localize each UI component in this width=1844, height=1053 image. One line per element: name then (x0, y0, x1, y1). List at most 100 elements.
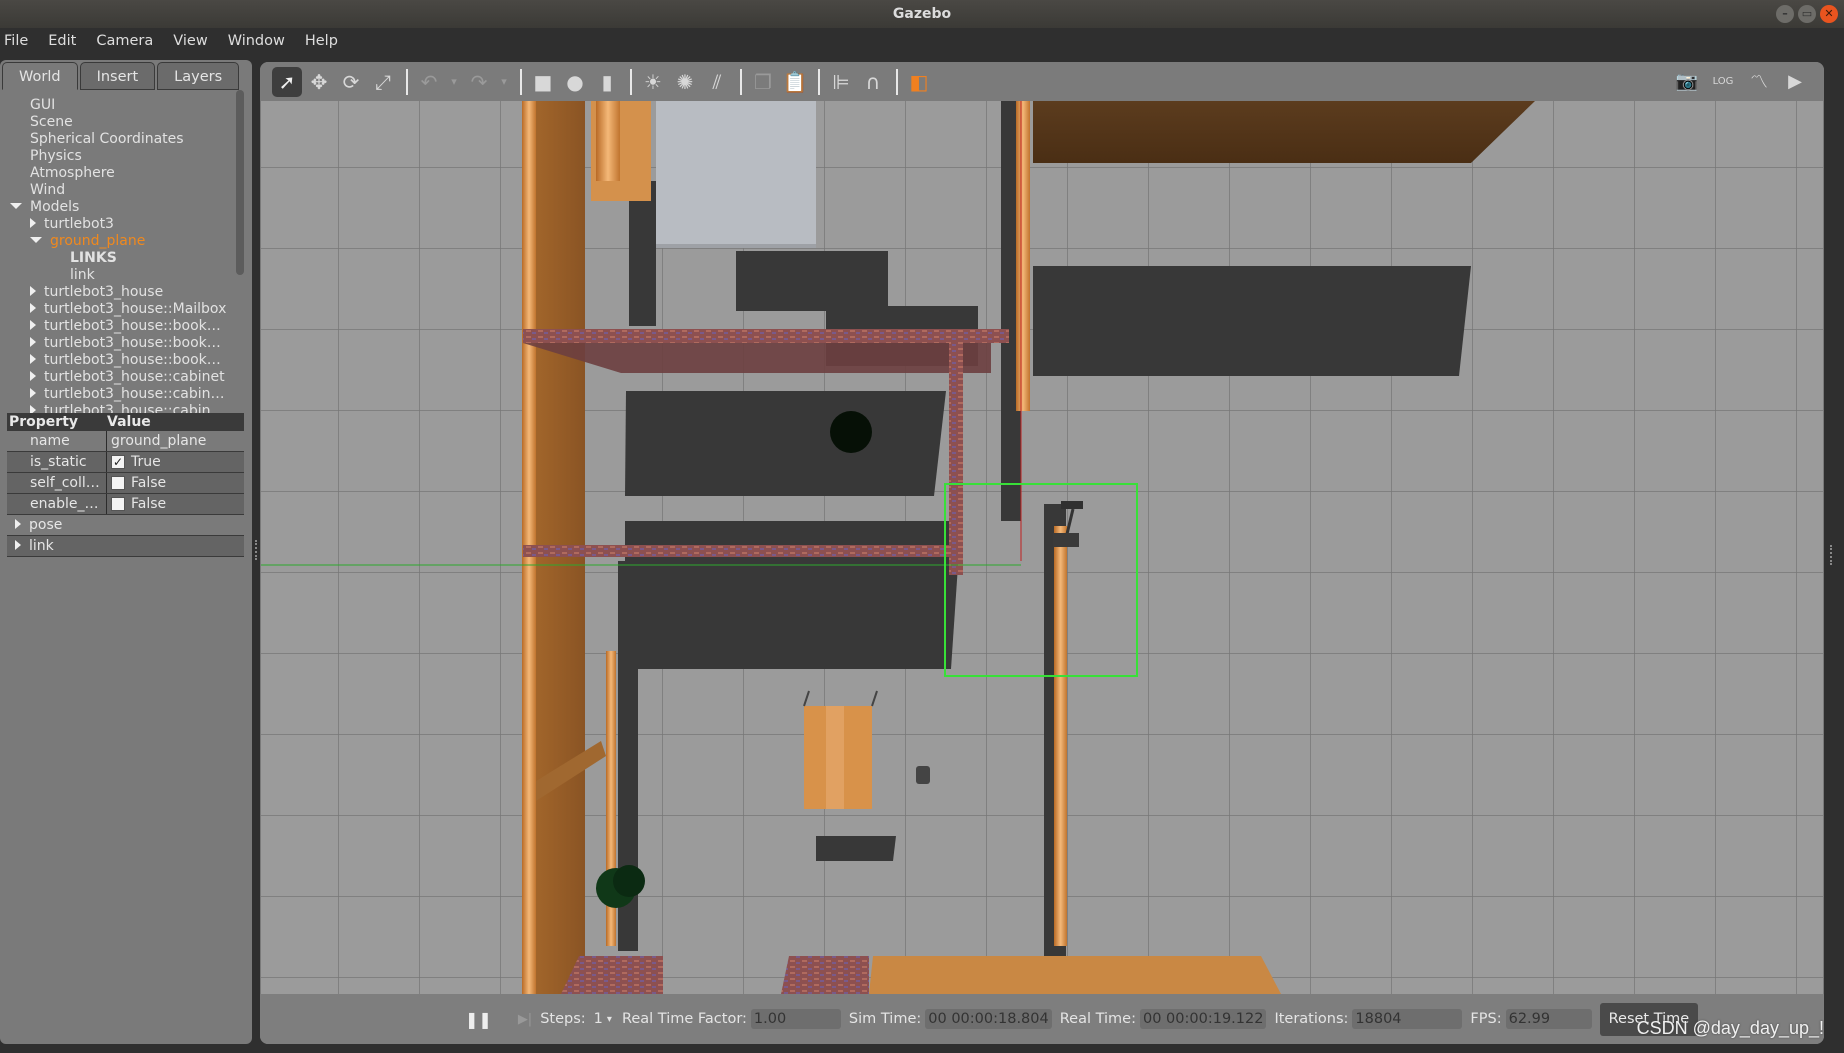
rtf-field: 1.00 (750, 1009, 841, 1029)
log-icon[interactable]: LOG (1708, 66, 1738, 96)
rtf-label: Real Time Factor: (621, 1011, 747, 1027)
collapsed-arrow-icon[interactable] (30, 354, 36, 364)
sim-time-field: 00 00:00:18.804 (925, 1009, 1052, 1029)
paste-icon[interactable]: 📋 (780, 67, 810, 97)
collapsed-arrow-icon[interactable] (30, 320, 36, 330)
right-panel-handle[interactable] (1830, 545, 1833, 565)
snap-icon[interactable]: ∩ (858, 67, 888, 97)
tree-item[interactable]: turtlebot3_house::cabin… (30, 386, 225, 403)
sphere-shape-icon[interactable]: ● (560, 67, 590, 97)
tree-scrollbar[interactable] (236, 90, 244, 275)
collapsed-arrow-icon[interactable] (30, 371, 36, 381)
step-button[interactable]: ▶| (518, 1012, 532, 1027)
directional-light-icon[interactable]: ⫽ (702, 67, 732, 97)
rotate-mode-icon[interactable]: ⟳ (336, 67, 366, 97)
menu-help[interactable]: Help (305, 33, 338, 49)
tree-item[interactable]: turtlebot3_house::Mailbox (30, 301, 226, 318)
tree-item[interactable]: turtlebot3_house::book… (30, 318, 221, 335)
iterations-label: Iterations: (1274, 1011, 1349, 1027)
fps-label: FPS: (1470, 1011, 1502, 1027)
collapsed-arrow-icon[interactable] (30, 218, 36, 228)
3d-viewport[interactable] (261, 101, 1823, 994)
collapsed-arrow-icon[interactable] (30, 303, 36, 313)
property-value: False (131, 495, 167, 512)
enable-wind-checkbox[interactable] (111, 497, 125, 511)
property-value: ground_plane (111, 432, 207, 449)
tree-item[interactable]: turtlebot3_house::cabin… (30, 403, 225, 413)
align-icon[interactable]: ⊫ (826, 67, 856, 97)
tree-item[interactable]: turtlebot3_house::book… (30, 335, 221, 352)
undo-dropdown-icon[interactable]: ▾ (446, 67, 462, 97)
menu-camera[interactable]: Camera (96, 33, 153, 49)
cylinder-shape-icon[interactable]: ▮ (592, 67, 622, 97)
tree-item[interactable]: Wind (30, 182, 65, 199)
scene-render[interactable] (261, 101, 1823, 994)
close-button[interactable]: ✕ (1820, 5, 1838, 23)
tree-item[interactable]: Physics (30, 148, 82, 165)
tab-world[interactable]: World (2, 62, 78, 90)
maximize-button[interactable]: ▭ (1798, 5, 1816, 23)
undo-icon[interactable]: ↶ (414, 67, 444, 97)
view-angle-icon[interactable]: ◧ (904, 67, 934, 97)
tree-item[interactable]: link (70, 267, 95, 284)
tree-item[interactable]: Spherical Coordinates (30, 131, 184, 148)
tree-item[interactable]: Scene (30, 114, 73, 131)
panel-splitter-handle[interactable] (255, 540, 258, 560)
collapsed-arrow-icon[interactable] (30, 286, 36, 296)
world-tree: GUI Scene Spherical Coordinates Physics Atmo… (0, 97, 240, 413)
point-light-icon[interactable]: ☀ (638, 67, 668, 97)
is-static-checkbox[interactable]: ✓ (111, 455, 125, 469)
tree-item[interactable]: Atmosphere (30, 165, 115, 182)
tree-item[interactable]: turtlebot3 (30, 216, 114, 233)
tree-item[interactable]: turtlebot3_house (30, 284, 163, 301)
scale-mode-icon[interactable]: ⤢ (368, 67, 398, 97)
tab-layers[interactable]: Layers (157, 62, 240, 90)
tree-item-label: Atmosphere (30, 165, 115, 181)
record-video-icon[interactable]: ▶ (1780, 66, 1810, 96)
real-time-field: 00 00:00:19.122 (1139, 1009, 1267, 1029)
copy-icon[interactable]: ❐ (748, 67, 778, 97)
redo-icon[interactable]: ↷ (464, 67, 494, 97)
collapsed-arrow-icon[interactable] (30, 405, 36, 413)
screenshot-icon[interactable]: 📷 (1672, 66, 1702, 96)
menu-edit[interactable]: Edit (48, 33, 76, 49)
pause-button[interactable]: ❚❚ (465, 1010, 492, 1029)
self-collide-checkbox[interactable] (111, 476, 125, 490)
tree-item-label: turtlebot3_house::book… (44, 352, 221, 368)
property-row-is-static: is_static ✓ True (7, 452, 244, 473)
select-mode-icon[interactable]: ➚ (272, 66, 302, 97)
tree-item[interactable]: turtlebot3_house::cabinet (30, 369, 225, 386)
tree-item[interactable]: ground_plane (30, 233, 145, 250)
expanded-arrow-icon[interactable] (30, 237, 42, 243)
tree-item[interactable]: turtlebot3_house::book… (30, 352, 221, 369)
redo-dropdown-icon[interactable]: ▾ (496, 67, 512, 97)
minimize-button[interactable]: – (1776, 5, 1794, 23)
collapsed-arrow-icon[interactable] (30, 388, 36, 398)
tree-item-label: ground_plane (50, 233, 146, 249)
wood-table-top (1033, 101, 1535, 163)
menu-window[interactable]: Window (228, 33, 285, 49)
steps-dropdown-icon[interactable]: ▾ (607, 1014, 612, 1025)
tree-item[interactable]: LINKS (70, 250, 117, 267)
tree-item[interactable]: Models (10, 199, 79, 216)
brick-wall-upper (523, 329, 1009, 343)
expanded-arrow-icon[interactable] (10, 203, 22, 209)
collapsed-arrow-icon[interactable] (30, 337, 36, 347)
steps-value[interactable]: 1 (594, 1011, 603, 1027)
lamp-head (1061, 501, 1083, 509)
concrete-block (656, 101, 816, 246)
tree-item[interactable]: GUI (30, 97, 55, 114)
property-group-pose[interactable]: pose (7, 515, 244, 536)
property-row-self-collide: self_coll… False (7, 473, 244, 494)
pillar-upper (1016, 101, 1030, 411)
translate-mode-icon[interactable]: ✥ (304, 67, 334, 97)
plot-icon[interactable]: 〽 (1744, 66, 1774, 96)
box-shape-icon[interactable]: ■ (528, 67, 558, 97)
tree-item-label: LINKS (70, 250, 117, 266)
menu-view[interactable]: View (173, 33, 207, 49)
property-group-link[interactable]: link (7, 536, 244, 557)
brick-block-bottom (781, 956, 869, 994)
tab-insert[interactable]: Insert (79, 62, 156, 90)
menu-file[interactable]: File (4, 33, 28, 49)
spot-light-icon[interactable]: ✺ (670, 67, 700, 97)
